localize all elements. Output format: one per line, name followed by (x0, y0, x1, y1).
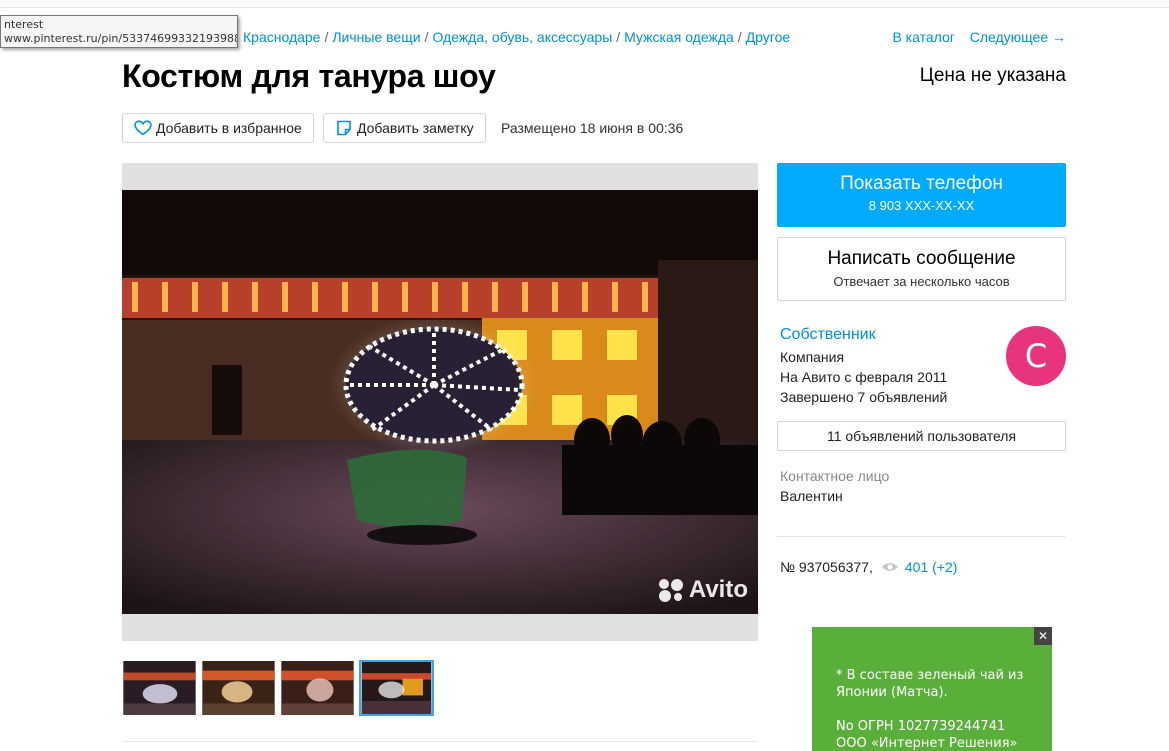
breadcrumb-item[interactable]: Краснодаре (243, 29, 320, 45)
user-ads-button[interactable]: 11 объявлений пользователя (777, 421, 1066, 451)
catalog-link[interactable]: В каталог (892, 29, 954, 45)
breadcrumb-separator: / (616, 29, 621, 45)
write-message-label: Написать сообщение (827, 248, 1016, 269)
note-icon (337, 120, 351, 136)
breadcrumb-item[interactable]: Мужская одежда (624, 29, 734, 45)
add-note-label: Добавить заметку (357, 120, 474, 136)
tooltip-title: nterest (4, 18, 44, 31)
main-image-gallery[interactable]: Avito (122, 163, 758, 641)
avatar[interactable]: С (1006, 326, 1066, 386)
seller-company: Компания (780, 349, 845, 365)
thumbnail[interactable] (280, 660, 355, 716)
breadcrumb-item[interactable]: Другое (746, 29, 790, 45)
dance-show-photo (122, 190, 758, 614)
thumbnail-strip (122, 660, 438, 716)
main-photo[interactable]: Avito (122, 190, 758, 614)
thumbnail-image (361, 662, 432, 714)
reply-time: Отвечает за несколько часов (833, 274, 1010, 289)
promo-text: * В составе зеленый чай из Японии (Матча… (836, 668, 1024, 700)
thumbnail-image (123, 661, 196, 715)
link-tooltip: nterest www.pinterest.ru/pin/53374699332… (0, 15, 238, 48)
heart-icon (134, 120, 152, 136)
thumbnail-image (202, 661, 275, 715)
price: Цена не указана (919, 65, 1066, 86)
show-phone-button[interactable]: Показать телефон 8 903 XXX-XX-XX (777, 163, 1066, 227)
avito-logo-icon (658, 579, 683, 602)
ad-number: № 937056377, (780, 559, 873, 575)
eye-icon (881, 563, 898, 571)
masked-phone: 8 903 XXX-XX-XX (868, 198, 975, 213)
seller-type-link[interactable]: Собственник (780, 326, 876, 344)
thumbnail-active[interactable] (359, 660, 434, 716)
promo-banner[interactable]: ✕ * В составе зеленый чай из Японии (Мат… (812, 627, 1052, 751)
promo-company: ООО «Интернет Решения» (836, 736, 1018, 751)
watermark-text: Avito (688, 576, 748, 603)
posted-date: Размещено 18 июня в 00:36 (501, 120, 684, 136)
page-title: Костюм для танура шоу (122, 58, 496, 94)
thumbnail[interactable] (122, 660, 197, 716)
show-phone-label: Показать телефон (840, 173, 1003, 194)
ad-meta: № 937056377, 401 (+2) (780, 559, 957, 575)
top-navigation: В каталог Следующее → (881, 29, 1066, 45)
content-divider (122, 741, 758, 742)
thumbnail-image (281, 661, 354, 715)
write-message-button[interactable]: Написать сообщение Отвечает за несколько… (777, 237, 1066, 301)
seller-since: На Авито с февраля 2011 (780, 369, 948, 385)
contact-person-name: Валентин (780, 488, 843, 504)
promo-ogrn: No ОГРН 1027739244741 (836, 719, 1006, 734)
seller-completed: Завершено 7 объявлений (780, 389, 948, 405)
breadcrumb-item[interactable]: Личные вещи (332, 29, 420, 45)
next-listing-link[interactable]: Следующее → (970, 29, 1066, 45)
add-note-button[interactable]: Добавить заметку (323, 113, 486, 143)
thumbnail[interactable] (201, 660, 276, 716)
avito-watermark: Avito (657, 576, 748, 604)
add-to-favorites-button[interactable]: Добавить в избранное (122, 113, 314, 143)
sidebar-divider (777, 536, 1066, 537)
breadcrumb-item[interactable]: Одежда, обувь, аксессуары (432, 29, 612, 45)
browser-top-strip (0, 0, 1169, 8)
tooltip-url: www.pinterest.ru/pin/533746993321939883/ (4, 32, 238, 45)
add-to-favorites-label: Добавить в избранное (156, 120, 302, 136)
breadcrumb-separator: / (424, 29, 429, 45)
close-icon[interactable]: ✕ (1034, 627, 1052, 645)
breadcrumb-separator: / (737, 29, 742, 45)
seller-info: Компания На Авито с февраля 2011 Заверше… (780, 347, 947, 407)
contact-person-label: Контактное лицо (780, 468, 890, 484)
breadcrumb-separator: / (324, 29, 329, 45)
breadcrumb: Краснодаре / Личные вещи / Одежда, обувь, ак… (243, 29, 790, 45)
views-count[interactable]: 401 (+2) (905, 559, 958, 575)
